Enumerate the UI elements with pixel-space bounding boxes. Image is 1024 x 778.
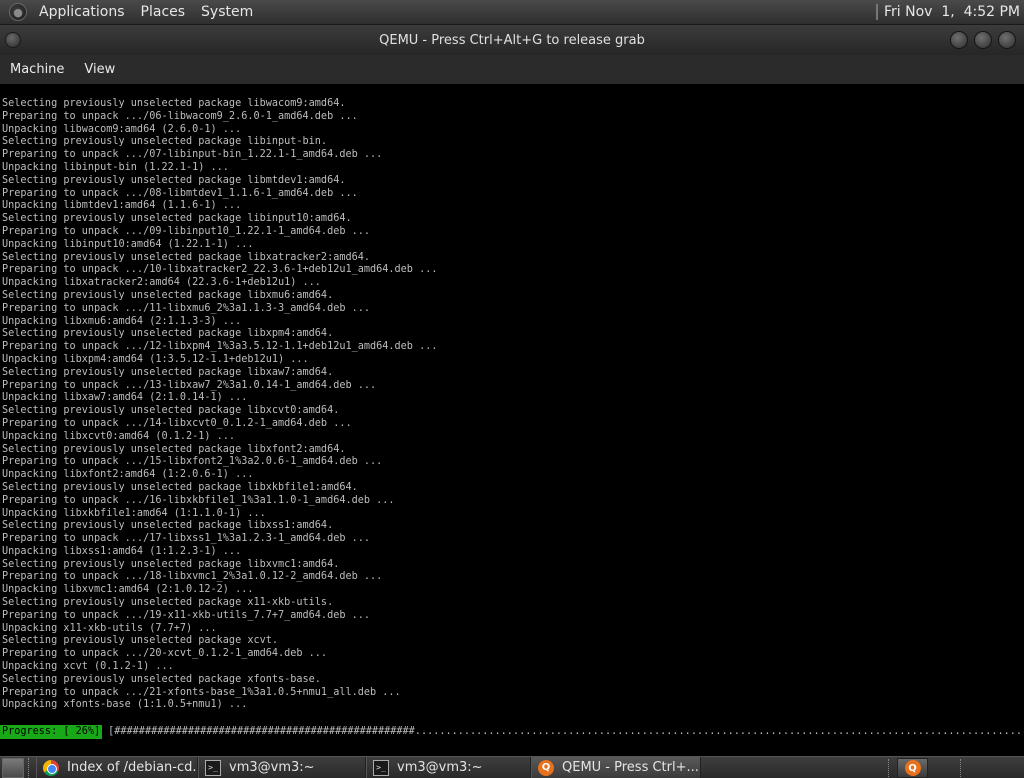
console-line: Preparing to unpack .../21-xfonts-base_1… <box>2 686 401 698</box>
task-label: Index of /debian-cd... <box>67 760 198 775</box>
task-label: vm3@vm3:~ <box>229 760 315 775</box>
maximize-button[interactable] <box>974 31 992 49</box>
console-line: Selecting previously unselected package … <box>2 136 328 148</box>
console-line: Selecting previously unselected package … <box>2 481 358 493</box>
window-titlebar[interactable]: QEMU - Press Ctrl+Alt+G to release grab <box>0 25 1024 55</box>
console-line: Unpacking xfonts-base (1:1.0.5+nmu1) ... <box>2 699 248 711</box>
console-line: Unpacking libwacom9:amd64 (2.6.0-1) ... <box>2 123 242 135</box>
task-button-terminal-2[interactable]: >_ vm3@vm3:~ <box>366 757 531 778</box>
menu-machine[interactable]: Machine <box>0 55 74 84</box>
console-line: Preparing to unpack .../20-xcvt_0.1.2-1_… <box>2 648 328 660</box>
console-line: Preparing to unpack .../14-libxcvt0_0.1.… <box>2 417 352 429</box>
console-line: Preparing to unpack .../17-libxss1_1%3a1… <box>2 533 371 545</box>
console-line: Selecting previously unselected package … <box>2 289 334 301</box>
console-line: Selecting previously unselected package … <box>2 673 321 685</box>
console-line: Preparing to unpack .../13-libxaw7_2%3a1… <box>2 379 377 391</box>
tray-separator <box>960 759 965 777</box>
console-line: Preparing to unpack .../08-libmtdev1_1.1… <box>2 187 358 199</box>
console-line: Unpacking libxatracker2:amd64 (22.3.6-1+… <box>2 277 321 289</box>
console-line: Preparing to unpack .../18-libxvmc1_2%3a… <box>2 571 383 583</box>
console-line: Selecting previously unselected package … <box>2 405 340 417</box>
console-line: Selecting previously unselected package … <box>2 443 346 455</box>
top-panel: ● Applications Places System Fri Nov 1, … <box>0 0 1024 25</box>
window-menu-button[interactable] <box>5 32 21 48</box>
panel-handle <box>875 4 878 20</box>
close-button[interactable] <box>998 31 1016 49</box>
qemu-icon: Q <box>904 760 921 776</box>
console-line: Unpacking libxcvt0:amd64 (0.1.2-1) ... <box>2 430 236 442</box>
console-line: Unpacking x11-xkb-utils (7.7+7) ... <box>2 622 217 634</box>
menu-view[interactable]: View <box>74 55 125 84</box>
console-line: Selecting previously unselected package … <box>2 213 352 225</box>
console-line: Preparing to unpack .../10-libxatracker2… <box>2 264 438 276</box>
console-line: Selecting previously unselected package … <box>2 366 334 378</box>
console-line: Selecting previously unselected package … <box>2 98 346 109</box>
applications-menu[interactable]: Applications <box>31 0 133 25</box>
console-line: Preparing to unpack .../07-libinput-bin_… <box>2 149 383 161</box>
minimize-button[interactable] <box>950 31 968 49</box>
console-line: Preparing to unpack .../06-libwacom9_2.6… <box>2 110 358 122</box>
console-output: Selecting previously unselected package … <box>2 98 437 712</box>
console-line: Unpacking libxss1:amd64 (1:1.2.3-1) ... <box>2 545 242 557</box>
system-menu[interactable]: System <box>193 0 261 25</box>
console-line: Preparing to unpack .../09-libinput10_1.… <box>2 225 371 237</box>
console-line: Preparing to unpack .../15-libxfont2_1%3… <box>2 456 383 468</box>
qemu-icon: Q <box>538 759 554 776</box>
progress-label: Progress: [ 26%] <box>0 725 103 739</box>
chrome-icon <box>43 759 59 776</box>
task-label: QEMU - Press Ctrl+... <box>562 760 699 775</box>
task-button-terminal-1[interactable]: >_ vm3@vm3:~ <box>198 757 366 778</box>
task-button-browser[interactable]: Index of /debian-cd... <box>36 757 198 778</box>
console-line: Selecting previously unselected package … <box>2 251 371 263</box>
progress-line: Progress: [ 26%] [######################… <box>0 725 1024 739</box>
console-line: Unpacking libxfont2:amd64 (1:2.0.6-1) ..… <box>2 469 254 481</box>
task-button-qemu[interactable]: Q QEMU - Press Ctrl+... <box>531 757 701 778</box>
console-line: Unpacking libxmu6:amd64 (2:1.1.3-3) ... <box>2 315 242 327</box>
terminal-icon: >_ <box>373 759 389 776</box>
console-line: Selecting previously unselected package … <box>2 558 340 570</box>
tray-qemu-button[interactable]: Q <box>897 758 928 778</box>
console-line: Unpacking libxpm4:amd64 (1:3.5.12-1.1+de… <box>2 353 309 365</box>
gnome-foot-icon[interactable]: ● <box>9 3 27 21</box>
console-line: Unpacking xcvt (0.1.2-1) ... <box>2 661 174 673</box>
tray-separator <box>888 759 893 777</box>
clock-text: Fri Nov 1, 4:52 PM <box>883 4 1020 20</box>
console-line: Unpacking libmtdev1:amd64 (1.1.6-1) ... <box>2 200 242 212</box>
console-line: Selecting previously unselected package … <box>2 520 334 532</box>
console-line: Preparing to unpack .../16-libxkbfile1_1… <box>2 494 395 506</box>
console-line: Selecting previously unselected package … <box>2 635 279 647</box>
clock[interactable]: Fri Nov 1, 4:52 PM <box>875 4 1024 20</box>
task-label: vm3@vm3:~ <box>397 760 483 775</box>
console-line: Unpacking libxkbfile1:amd64 (1:1.1.0-1) … <box>2 507 266 519</box>
vm-console[interactable]: Selecting previously unselected package … <box>0 84 1024 756</box>
console-line: Selecting previously unselected package … <box>2 328 334 340</box>
qemu-menubar: Machine View <box>0 55 1024 84</box>
places-menu[interactable]: Places <box>133 0 194 25</box>
console-line: Preparing to unpack .../12-libxpm4_1%3a3… <box>2 341 438 353</box>
console-line: Selecting previously unselected package … <box>2 597 334 609</box>
taskbar-handle <box>28 757 32 778</box>
bottom-taskbar: Index of /debian-cd... >_ vm3@vm3:~ >_ v… <box>0 756 1024 778</box>
console-line: Preparing to unpack .../11-libxmu6_2%3a1… <box>2 302 371 314</box>
console-line: Unpacking libinput10:amd64 (1.22.1-1) ..… <box>2 238 254 250</box>
terminal-icon: >_ <box>205 759 221 776</box>
console-line: Selecting previously unselected package … <box>2 174 346 186</box>
show-desktop-button[interactable] <box>2 757 24 778</box>
window-title: QEMU - Press Ctrl+Alt+G to release grab <box>379 32 645 48</box>
console-line: Unpacking libxvmc1:amd64 (2:1.0.12-2) ..… <box>2 584 254 596</box>
progress-bar: [#######################################… <box>108 726 1024 737</box>
console-line: Preparing to unpack .../19-x11-xkb-utils… <box>2 609 371 621</box>
console-line: Unpacking libinput-bin (1.22.1-1) ... <box>2 161 229 173</box>
console-line: Unpacking libxaw7:amd64 (2:1.0.14-1) ... <box>2 392 248 404</box>
